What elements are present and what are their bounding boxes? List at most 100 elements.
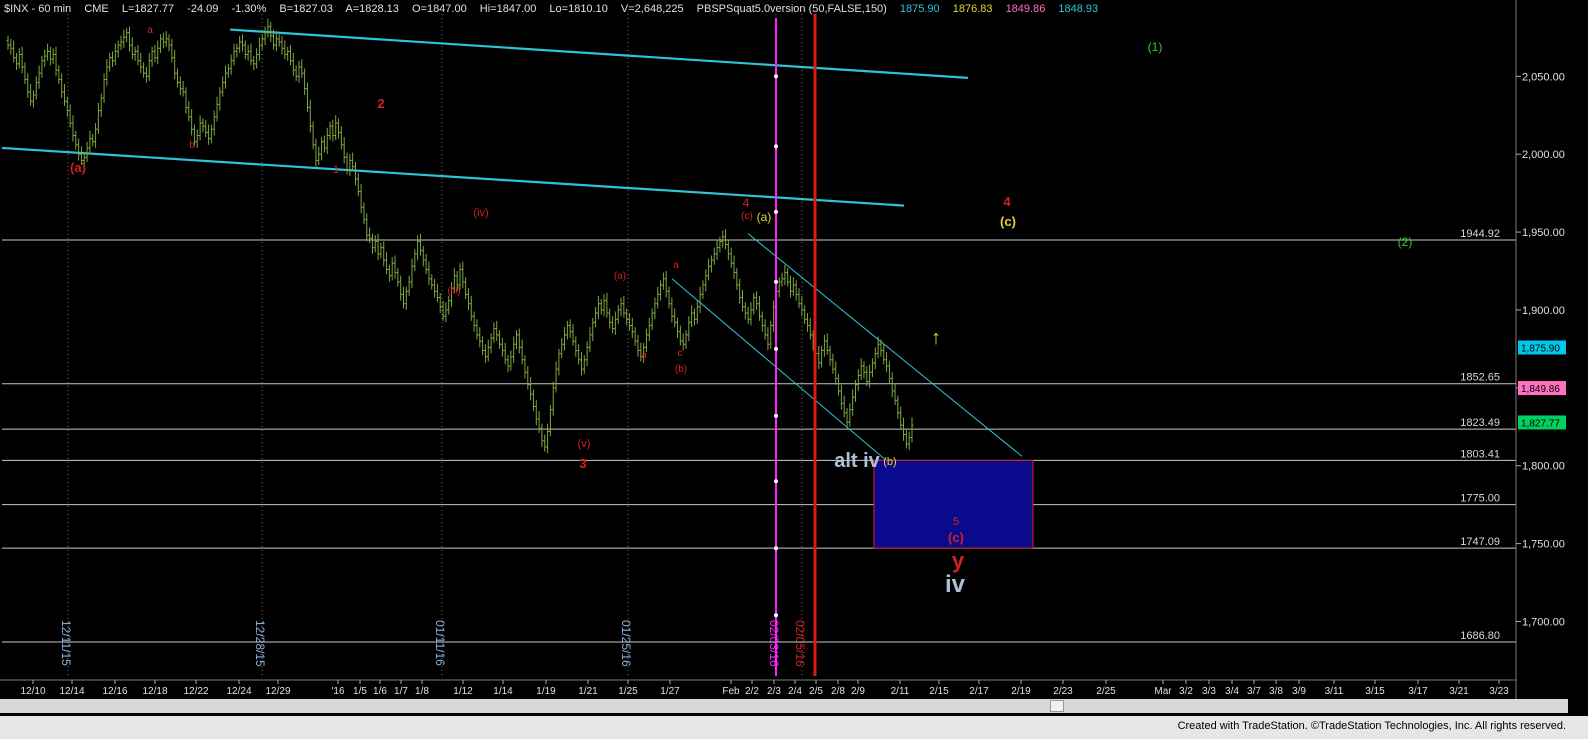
event-dot [774, 346, 778, 351]
event-dot [774, 413, 778, 418]
x-tick-label: 12/18 [142, 686, 167, 697]
x-tick-label: 1/12 [453, 686, 473, 697]
event-dot [774, 74, 778, 79]
x-tick-label: 2/15 [929, 686, 949, 697]
wave-label: (1) [1148, 40, 1163, 54]
price-chart: 12/11/15 12/28/15 01/11/16 01/25/16 02/03/16… [0, 0, 1588, 699]
x-tick-label: 2/5 [809, 686, 823, 697]
level-label: 1944.92 [1460, 228, 1500, 240]
wave-label: a [641, 350, 647, 361]
x-tick-label: 1/14 [493, 686, 513, 697]
event-dot [774, 279, 778, 284]
x-tick-label: 12/14 [59, 686, 84, 697]
study-value-2: 1876.83 [952, 3, 993, 15]
event-dot [774, 479, 778, 484]
x-tick-label: 2/25 [1096, 686, 1116, 697]
x-tick-label: 3/7 [1247, 686, 1261, 697]
study-value-3: 1849.86 [1005, 3, 1046, 15]
wave-label: (a) [70, 160, 86, 175]
volume: V=2,648,225 [620, 3, 684, 15]
study-value-1: 1875.90 [899, 3, 940, 15]
wave-label: a [147, 25, 153, 36]
y-tick-label: 1,950.00 [1522, 227, 1565, 239]
price-tag-label: 1,849.86 [1521, 384, 1560, 395]
y-tick-label: 1,800.00 [1522, 461, 1565, 473]
vertical-date-label: 02/05/16 [793, 620, 807, 667]
x-tick-label: 3/15 [1365, 686, 1385, 697]
x-tick-label: Mar [1154, 686, 1172, 697]
wave-label: 3 [579, 456, 586, 471]
y-tick-label: 1,900.00 [1522, 305, 1565, 317]
x-tick-label: 1/5 [353, 686, 367, 697]
wave-label: c [678, 348, 683, 359]
x-tick-label: 1/6 [373, 686, 387, 697]
x-tick-label: 1/8 [415, 686, 429, 697]
wave-label: (a) [757, 210, 772, 224]
wave-label: b [189, 140, 195, 151]
wave-label: iv [945, 571, 966, 598]
x-tick-label: 1/25 [618, 686, 638, 697]
x-tick-label: Feb [722, 686, 740, 697]
wave-label: (b) [675, 364, 687, 375]
wave-label: (iv) [473, 207, 488, 219]
vertical-date-label: 01/11/16 [433, 620, 447, 666]
wave-label: 4 [1003, 194, 1011, 209]
x-tick-label: 2/3 [767, 686, 781, 697]
x-tick-label: 1/27 [660, 686, 680, 697]
y-tick-label: 1,700.00 [1522, 616, 1565, 628]
symbol-label: $INX - 60 min [4, 3, 72, 15]
wave-label: (a) [614, 271, 626, 282]
wave-label: (c) [1000, 214, 1016, 229]
x-tick-label: 1/19 [536, 686, 556, 697]
ask-price: A=1828.13 [345, 3, 399, 15]
level-label: 1803.41 [1460, 448, 1500, 460]
wave-label: alt iv [834, 450, 880, 472]
horizontal-scrollbar[interactable] [0, 699, 1568, 713]
wave-label: 5 [953, 516, 959, 528]
x-tick-label: 2/4 [788, 686, 802, 697]
price-tag-label: 1,875.90 [1521, 343, 1560, 354]
open-price: O=1847.00 [411, 3, 467, 15]
x-tick-label: 2/17 [969, 686, 989, 697]
y-tick-label: 2,050.00 [1522, 71, 1565, 83]
x-tick-label: 2/23 [1053, 686, 1073, 697]
event-dot [774, 144, 778, 149]
change-percent: -1.30% [231, 3, 267, 15]
x-tick-label: 3/17 [1408, 686, 1428, 697]
x-tick-label: 3/8 [1269, 686, 1283, 697]
event-dot [774, 546, 778, 551]
level-label: 1686.80 [1460, 630, 1500, 642]
level-label: 1775.00 [1460, 493, 1500, 505]
x-tick-label: 3/9 [1292, 686, 1306, 697]
event-dot [774, 613, 778, 618]
wave-label: a [673, 260, 679, 271]
wave-label: 1 [333, 164, 339, 176]
y-tick-label: 1,750.00 [1522, 539, 1565, 551]
scrollbar-thumb[interactable] [1050, 700, 1064, 712]
x-tick-label: 3/4 [1225, 686, 1239, 697]
x-tick-label: 1/7 [394, 686, 408, 697]
wave-label: 4 [743, 196, 750, 210]
x-tick-label: 2/2 [745, 686, 759, 697]
x-tick-label: 2/19 [1011, 686, 1031, 697]
x-tick-label: 3/23 [1489, 686, 1509, 697]
x-tick-label: 12/29 [265, 686, 290, 697]
wave-label: (c) [948, 530, 964, 545]
x-tick-label: '16 [331, 686, 344, 697]
x-tick-label: 3/2 [1179, 686, 1193, 697]
vertical-date-label: 12/28/15 [253, 620, 267, 667]
x-tick-label: 3/11 [1325, 686, 1344, 697]
bid-price: B=1827.03 [279, 3, 333, 15]
wave-label: 2 [377, 96, 384, 111]
event-dot [774, 209, 778, 214]
level-label: 1747.09 [1460, 536, 1500, 548]
status-footer: Created with TradeStation. ©TradeStation… [0, 716, 1588, 739]
y-tick-label: 2,000.00 [1522, 149, 1565, 161]
exchange-label: CME [84, 3, 109, 15]
vertical-date-label: 12/11/15 [59, 620, 73, 666]
x-tick-label: 12/16 [102, 686, 127, 697]
wave-label: (iii) [447, 286, 460, 297]
x-tick-label: 12/24 [226, 686, 251, 697]
x-tick-label: 2/8 [831, 686, 845, 697]
footer-credit: Created with TradeStation. ©TradeStation… [1177, 720, 1566, 732]
